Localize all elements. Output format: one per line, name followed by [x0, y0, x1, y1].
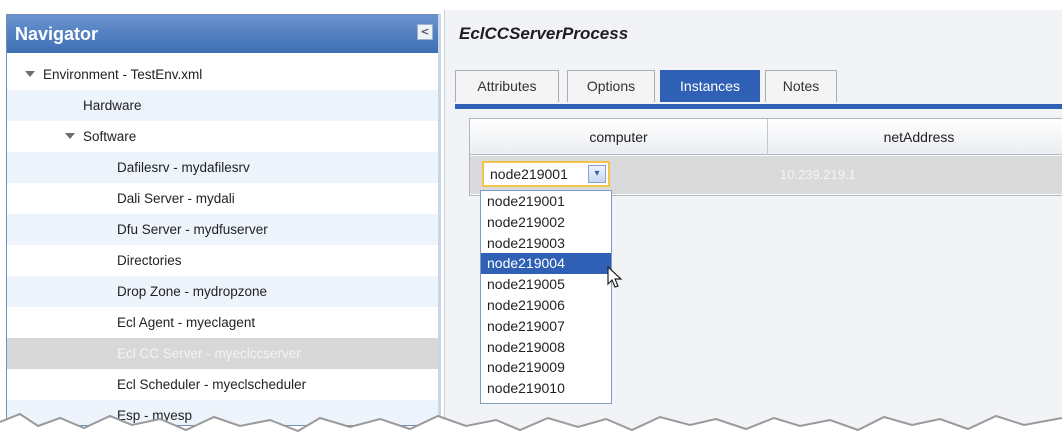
tree-item-label: Dafilesrv - mydafilesrv — [117, 160, 250, 175]
tree-item[interactable]: Hardware — [7, 90, 439, 121]
dropdown-option[interactable]: node219005 — [481, 274, 611, 295]
navigator-title: Navigator — [15, 24, 99, 44]
tree-item-label: Dali Server - mydali — [117, 191, 235, 206]
tree-item-label: Hardware — [83, 98, 142, 113]
tree-item-label: Drop Zone - mydropzone — [117, 284, 268, 299]
tree-item-label: Directories — [117, 253, 182, 268]
navigator-border — [438, 14, 441, 424]
mouse-cursor-icon — [607, 266, 623, 288]
panel-title: EclCCServerProcess — [459, 24, 629, 43]
tree-item[interactable]: Dafilesrv - mydafilesrv — [7, 152, 439, 183]
tree-item[interactable]: Dali Server - mydali — [7, 183, 439, 214]
navigator-header: Navigator < — [7, 15, 439, 53]
tree-item-label: Ecl Agent - myeclagent — [117, 315, 256, 330]
dropdown-option[interactable]: node219007 — [481, 316, 611, 337]
navigator-tree: Environment - TestEnv.xml Hardware Softwar… — [7, 59, 439, 425]
tab-instances[interactable]: Instances — [660, 70, 760, 102]
navigator-panel: Navigator < Environment - TestEnv.xml Har… — [6, 14, 440, 426]
tree-item[interactable]: Ecl CC Server - myeclccserver — [7, 338, 439, 369]
expand-arrow-icon[interactable] — [25, 71, 35, 77]
dropdown-option[interactable]: node219004 — [481, 253, 611, 275]
dropdown-option[interactable]: node219006 — [481, 295, 611, 316]
netaddress-cell: 10.239.219.1 — [780, 167, 856, 182]
tree-item[interactable]: Software — [7, 121, 439, 152]
tree-item-label: Software — [83, 129, 137, 144]
tab-notes[interactable]: Notes — [765, 70, 837, 102]
tab-attributes[interactable]: Attributes — [455, 70, 559, 102]
tree-item[interactable]: Ecl Agent - myeclagent — [7, 307, 439, 338]
computer-option-list: node219001 node219002 node219003 node219004… — [480, 190, 612, 404]
chevron-down-icon[interactable]: ▾ — [588, 165, 606, 183]
column-header-netaddress[interactable]: netAddress — [768, 119, 1062, 155]
computer-select[interactable]: node219001 ▾ — [482, 161, 610, 187]
tree-item[interactable]: Environment - TestEnv.xml — [7, 59, 439, 90]
dropdown-option[interactable]: node219008 — [481, 337, 611, 358]
tab-options[interactable]: Options — [567, 70, 655, 102]
column-header-computer[interactable]: computer — [470, 119, 768, 155]
tree-item-label: Environment - TestEnv.xml — [43, 67, 203, 82]
computer-select-value: node219001 — [490, 166, 568, 182]
tree-item[interactable]: Directories — [7, 245, 439, 276]
tree-item-label: Ecl CC Server - myeclccserver — [117, 346, 301, 361]
tab-underline — [455, 104, 1062, 109]
dropdown-option[interactable]: node219002 — [481, 212, 611, 233]
dropdown-option[interactable]: node219001 — [481, 191, 611, 212]
tree-item-label: Dfu Server - mydfuserver — [117, 222, 268, 237]
collapse-icon[interactable]: < — [417, 24, 433, 40]
tree-item[interactable]: Drop Zone - mydropzone — [7, 276, 439, 307]
torn-edge-decoration — [0, 412, 1062, 439]
expand-arrow-icon[interactable] — [65, 133, 75, 139]
tree-item[interactable]: Dfu Server - mydfuserver — [7, 214, 439, 245]
dropdown-option[interactable]: node219003 — [481, 233, 611, 254]
dropdown-option[interactable]: node219009 — [481, 357, 611, 378]
